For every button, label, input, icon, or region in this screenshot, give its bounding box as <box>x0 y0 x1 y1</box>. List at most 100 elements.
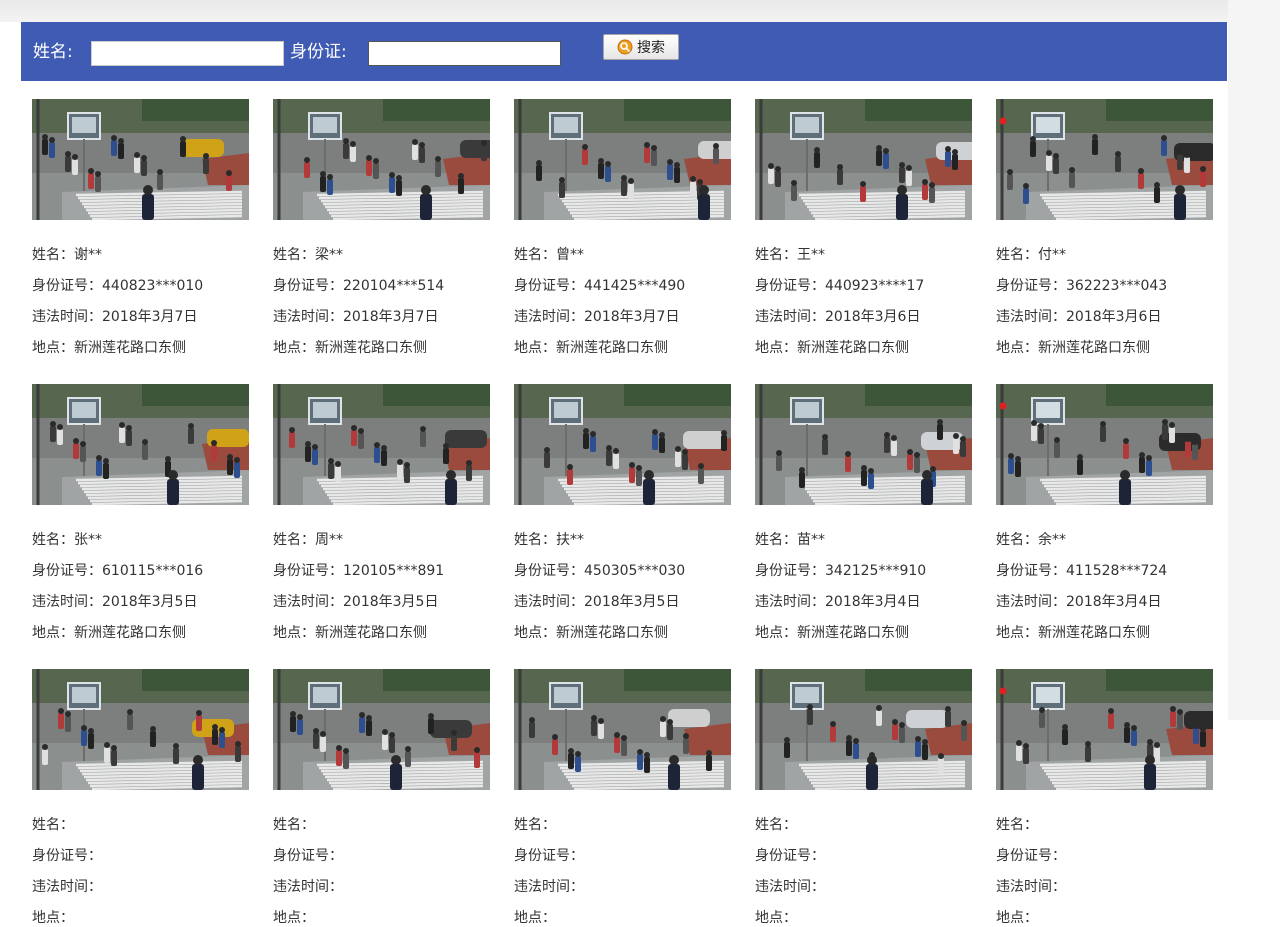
record-name-value: 张** <box>74 532 102 548</box>
record-name-label: 姓名： <box>514 532 556 548</box>
record-card: 姓名：苗** 身份证号：342125***910 违法时间：2018年3月4日 地点：… <box>755 384 972 641</box>
record-name-line: 姓名：苗** <box>755 529 825 549</box>
id-search-label: 身份证: <box>290 42 347 62</box>
violation-photo[interactable] <box>273 99 490 220</box>
record-id-line: 身份证号： <box>273 845 343 865</box>
record-time-label: 违法时间： <box>755 594 825 610</box>
record-name-label: 姓名： <box>755 532 797 548</box>
name-search-input[interactable] <box>91 41 284 66</box>
record-name-label: 姓名： <box>32 247 74 263</box>
violation-photo[interactable] <box>32 99 249 220</box>
record-card: 姓名： 身份证号： 违法时间： 地点： <box>514 669 731 926</box>
violation-photo[interactable] <box>32 669 249 790</box>
record-time-value: 2018年3月7日 <box>584 309 680 325</box>
record-place-label: 地点： <box>996 625 1038 641</box>
record-id-line: 身份证号：450305***030 <box>514 560 685 580</box>
record-card: 姓名： 身份证号： 违法时间： 地点： <box>273 669 490 926</box>
record-id-label: 身份证号： <box>514 563 584 579</box>
record-id-label: 身份证号： <box>996 278 1066 294</box>
record-time-label: 违法时间： <box>996 879 1066 895</box>
record-time-label: 违法时间： <box>755 879 825 895</box>
record-place-label: 地点： <box>514 340 556 356</box>
record-place-value: 新洲莲花路口东侧 <box>797 625 909 641</box>
record-name-value: 余** <box>1038 532 1066 548</box>
record-time-label: 违法时间： <box>32 879 102 895</box>
record-time-value: 2018年3月7日 <box>343 309 439 325</box>
record-id-value: 441425***490 <box>584 278 686 294</box>
record-time-label: 违法时间： <box>996 594 1066 610</box>
record-id-line: 身份证号： <box>996 845 1066 865</box>
record-id-label: 身份证号： <box>32 278 102 294</box>
search-button[interactable]: 搜索 <box>603 34 679 60</box>
record-id-label: 身份证号： <box>755 563 825 579</box>
record-place-label: 地点： <box>755 625 797 641</box>
violation-photo[interactable] <box>514 384 731 505</box>
record-card: 姓名：扶** 身份证号：450305***030 违法时间：2018年3月5日 地点：… <box>514 384 731 641</box>
record-id-label: 身份证号： <box>32 563 102 579</box>
record-name-line: 姓名： <box>514 814 556 834</box>
record-time-label: 违法时间： <box>32 594 102 610</box>
record-name-label: 姓名： <box>32 532 74 548</box>
record-id-line: 身份证号： <box>755 845 825 865</box>
record-id-label: 身份证号： <box>32 848 102 864</box>
record-time-label: 违法时间： <box>273 594 343 610</box>
record-id-label: 身份证号： <box>273 278 343 294</box>
violation-photo[interactable] <box>273 669 490 790</box>
record-place-value: 新洲莲花路口东侧 <box>315 625 427 641</box>
record-name-value: 梁** <box>315 247 343 263</box>
record-name-label: 姓名： <box>273 817 315 833</box>
record-id-line: 身份证号：440823***010 <box>32 275 203 295</box>
record-name-line: 姓名：曾** <box>514 244 584 264</box>
record-id-line: 身份证号： <box>32 845 102 865</box>
record-id-line: 身份证号：610115***016 <box>32 560 203 580</box>
record-name-value: 周** <box>315 532 343 548</box>
record-card: 姓名：余** 身份证号：411528***724 违法时间：2018年3月4日 地点：… <box>996 384 1213 641</box>
violation-photo[interactable] <box>996 669 1213 790</box>
violation-photo[interactable] <box>755 669 972 790</box>
record-card: 姓名：王** 身份证号：440923****17 违法时间：2018年3月6日 地点：… <box>755 99 972 356</box>
record-name-line: 姓名： <box>755 814 797 834</box>
record-place-label: 地点： <box>755 910 797 926</box>
violation-photo[interactable] <box>996 99 1213 220</box>
violation-photo[interactable] <box>514 99 731 220</box>
record-id-line: 身份证号：440923****17 <box>755 275 924 295</box>
record-id-label: 身份证号： <box>273 848 343 864</box>
record-name-label: 姓名： <box>514 817 556 833</box>
violation-photo[interactable] <box>32 384 249 505</box>
violation-photo[interactable] <box>514 669 731 790</box>
record-id-value: 450305***030 <box>584 563 686 579</box>
record-name-line: 姓名： <box>273 814 315 834</box>
record-place-label: 地点： <box>514 625 556 641</box>
record-time-value: 2018年3月6日 <box>1066 309 1162 325</box>
record-time-line: 违法时间：2018年3月7日 <box>514 306 679 326</box>
id-search-input[interactable] <box>368 41 561 66</box>
record-place-label: 地点： <box>32 625 74 641</box>
record-card: 姓名：曾** 身份证号：441425***490 违法时间：2018年3月7日地点：… <box>514 99 731 356</box>
record-place-line: 地点：新洲莲花路口东侧 <box>514 622 668 642</box>
violation-photo[interactable] <box>996 384 1213 505</box>
record-card: 姓名：谢** 身份证号：440823***010 违法时间：2018年3月7日 地点：… <box>32 99 249 356</box>
record-time-value: 2018年3月5日 <box>584 594 680 610</box>
record-place-label: 地点： <box>996 910 1038 926</box>
violation-photo[interactable] <box>755 384 972 505</box>
record-name-line: 姓名：周** <box>273 529 343 549</box>
record-name-line: 姓名： <box>32 814 74 834</box>
record-name-line: 姓名：付** <box>996 244 1066 264</box>
record-id-label: 身份证号： <box>514 848 584 864</box>
record-place-value: 新洲莲花路口东侧 <box>797 340 909 356</box>
record-time-line: 违法时间：2018年3月5日 <box>32 591 197 611</box>
record-place-label: 地点： <box>514 910 556 926</box>
record-id-line: 身份证号：411528***724 <box>996 560 1167 580</box>
record-name-value: 苗** <box>797 532 825 548</box>
page-right-gutter <box>1228 0 1280 720</box>
record-place-label: 地点： <box>273 340 315 356</box>
record-time-value: 2018年3月5日 <box>343 594 439 610</box>
search-button-label: 搜索 <box>637 40 665 56</box>
name-search-label: 姓名: <box>33 42 73 62</box>
record-name-line: 姓名： <box>996 814 1038 834</box>
violation-photo[interactable] <box>273 384 490 505</box>
record-id-value: 411528***724 <box>1066 563 1168 579</box>
violation-photo[interactable] <box>755 99 972 220</box>
record-id-label: 身份证号： <box>514 278 584 294</box>
record-place-value: 新洲莲花路口东侧 <box>74 340 186 356</box>
